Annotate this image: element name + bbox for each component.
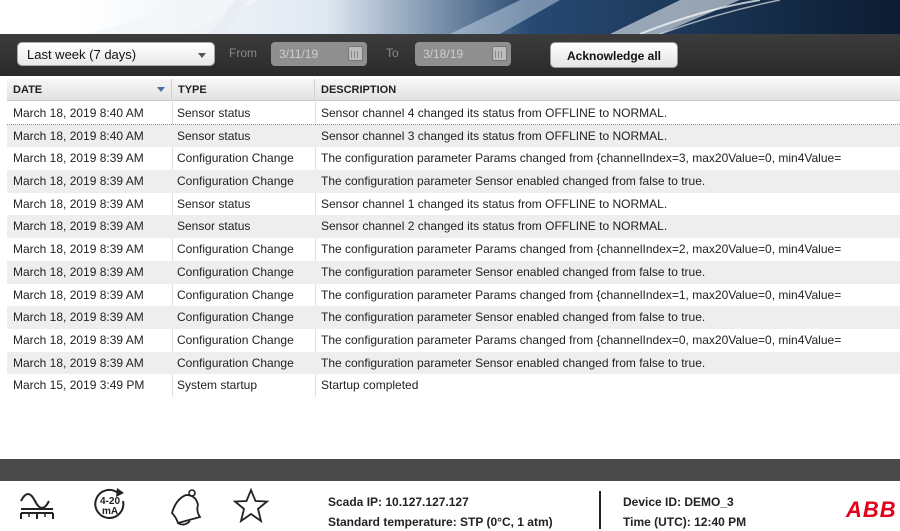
time-range-value: Last week (7 days) (27, 47, 137, 62)
row-description: The configuration parameter Sensor enabl… (321, 355, 706, 370)
footer-divider (599, 491, 601, 529)
row-type: Configuration Change (177, 355, 294, 370)
row-date: March 18, 2019 8:40 AM (13, 128, 144, 143)
table-header: DATE TYPE DESCRIPTION (7, 79, 900, 101)
table-row[interactable]: March 18, 2019 8:39 AM Configuration Chan… (7, 238, 900, 261)
table-row[interactable]: March 18, 2019 8:39 AM Configuration Chan… (7, 284, 900, 307)
sort-descending-icon[interactable] (157, 87, 165, 92)
row-date: March 18, 2019 8:39 AM (13, 219, 144, 234)
row-type: Sensor status (177, 128, 251, 143)
star-icon[interactable] (232, 487, 270, 525)
calendar-icon[interactable] (348, 46, 363, 61)
row-type: Configuration Change (177, 151, 294, 166)
header-banner (0, 0, 900, 34)
row-type: Sensor status (177, 219, 251, 234)
table-row[interactable]: March 18, 2019 8:40 AM Sensor status Senso… (7, 124, 900, 148)
current-loop-icon[interactable]: 4-20 mA (92, 487, 128, 523)
table-row[interactable]: March 18, 2019 8:39 AM Configuration Chan… (7, 260, 900, 284)
table-row[interactable]: March 18, 2019 8:39 AM Configuration Chan… (7, 306, 900, 329)
column-header-description-label: DESCRIPTION (321, 84, 397, 96)
events-table: DATE TYPE DESCRIPTION March 18, 2019 8:4… (7, 79, 900, 459)
acknowledge-all-button[interactable]: Acknowledge all (550, 42, 678, 68)
row-date: March 18, 2019 8:40 AM (13, 106, 144, 120)
row-description: The configuration parameter Params chang… (321, 151, 842, 166)
calendar-icon[interactable] (492, 46, 507, 61)
table-row[interactable]: March 18, 2019 8:39 AM Configuration Chan… (7, 147, 900, 170)
row-type: Sensor status (177, 106, 251, 120)
table-row[interactable]: March 18, 2019 8:39 AM Sensor status Senso… (7, 193, 900, 216)
row-type: Configuration Change (177, 174, 294, 189)
time-range-select[interactable]: Last week (7 days) (17, 42, 215, 66)
table-row[interactable]: March 15, 2019 3:49 PM System startup Star… (7, 374, 900, 397)
row-description: Sensor channel 2 changed its status from… (321, 219, 668, 234)
row-date: March 18, 2019 8:39 AM (13, 332, 144, 347)
row-description: The configuration parameter Params chang… (321, 242, 842, 257)
row-type: Configuration Change (177, 332, 294, 347)
row-date: March 18, 2019 8:39 AM (13, 151, 144, 166)
table-row[interactable]: March 18, 2019 8:39 AM Sensor status Senso… (7, 215, 900, 239)
row-description: The configuration parameter Params chang… (321, 332, 842, 347)
row-description: The configuration parameter Sensor enabl… (321, 174, 706, 189)
to-date-input[interactable]: 3/18/19 (415, 42, 511, 66)
row-date: March 18, 2019 8:39 AM (13, 310, 144, 325)
from-label: From (229, 46, 257, 60)
row-description: Sensor channel 3 changed its status from… (321, 128, 668, 143)
status-strip (0, 459, 900, 481)
device-id: Device ID: DEMO_3 (623, 495, 734, 509)
to-label: To (386, 46, 399, 60)
row-description: Sensor channel 4 changed its status from… (321, 106, 668, 120)
column-header-date-label: DATE (13, 84, 43, 96)
row-description: The configuration parameter Sensor enabl… (321, 264, 706, 279)
column-header-date[interactable]: DATE (7, 79, 172, 101)
table-row[interactable]: March 18, 2019 8:39 AM Configuration Chan… (7, 170, 900, 193)
table-row[interactable]: March 18, 2019 8:39 AM Configuration Chan… (7, 329, 900, 352)
row-description: Startup completed (321, 378, 419, 393)
column-header-description[interactable]: DESCRIPTION (315, 79, 900, 101)
table-row[interactable]: March 18, 2019 8:39 AM Configuration Chan… (7, 351, 900, 375)
row-date: March 18, 2019 8:39 AM (13, 196, 144, 211)
from-date-value: 3/11/19 (279, 47, 319, 61)
filter-toolbar: Last week (7 days) From 3/11/19 To 3/18/… (0, 34, 900, 76)
row-date: March 18, 2019 8:39 AM (13, 264, 144, 279)
waveform-icon[interactable] (18, 487, 56, 523)
row-date: March 18, 2019 8:39 AM (13, 355, 144, 370)
standard-temperature: Standard temperature: STP (0°C, 1 atm) (328, 515, 553, 529)
row-type: System startup (177, 378, 258, 393)
column-header-type[interactable]: TYPE (172, 79, 315, 101)
row-type: Configuration Change (177, 242, 294, 257)
row-date: March 18, 2019 8:39 AM (13, 287, 144, 302)
bell-icon[interactable] (162, 487, 206, 527)
row-date: March 18, 2019 8:39 AM (13, 174, 144, 189)
svg-text:mA: mA (102, 506, 118, 517)
abb-logo: ABB (846, 497, 897, 522)
row-date: March 15, 2019 3:49 PM (13, 378, 145, 393)
chevron-down-icon (198, 53, 206, 58)
row-date: March 18, 2019 8:39 AM (13, 242, 144, 257)
banner-graphic (80, 0, 900, 34)
row-type: Configuration Change (177, 310, 294, 325)
from-date-input[interactable]: 3/11/19 (271, 42, 367, 66)
time-utc: Time (UTC): 12:40 PM (623, 515, 747, 529)
scada-ip: Scada IP: 10.127.127.127 (328, 495, 469, 509)
column-header-type-label: TYPE (178, 84, 207, 96)
row-description: Sensor channel 1 changed its status from… (321, 196, 668, 211)
row-type: Configuration Change (177, 264, 294, 279)
table-body: March 18, 2019 8:40 AM Sensor status Senso… (7, 102, 900, 397)
row-description: The configuration parameter Params chang… (321, 287, 842, 302)
row-type: Sensor status (177, 196, 251, 211)
footer-bar: 4-20 mA Scada IP: 10.127.127.127 Standar… (0, 481, 900, 531)
row-type: Configuration Change (177, 287, 294, 302)
to-date-value: 3/18/19 (423, 47, 464, 61)
row-description: The configuration parameter Sensor enabl… (321, 310, 706, 325)
table-row[interactable]: March 18, 2019 8:40 AM Sensor status Senso… (7, 102, 900, 125)
